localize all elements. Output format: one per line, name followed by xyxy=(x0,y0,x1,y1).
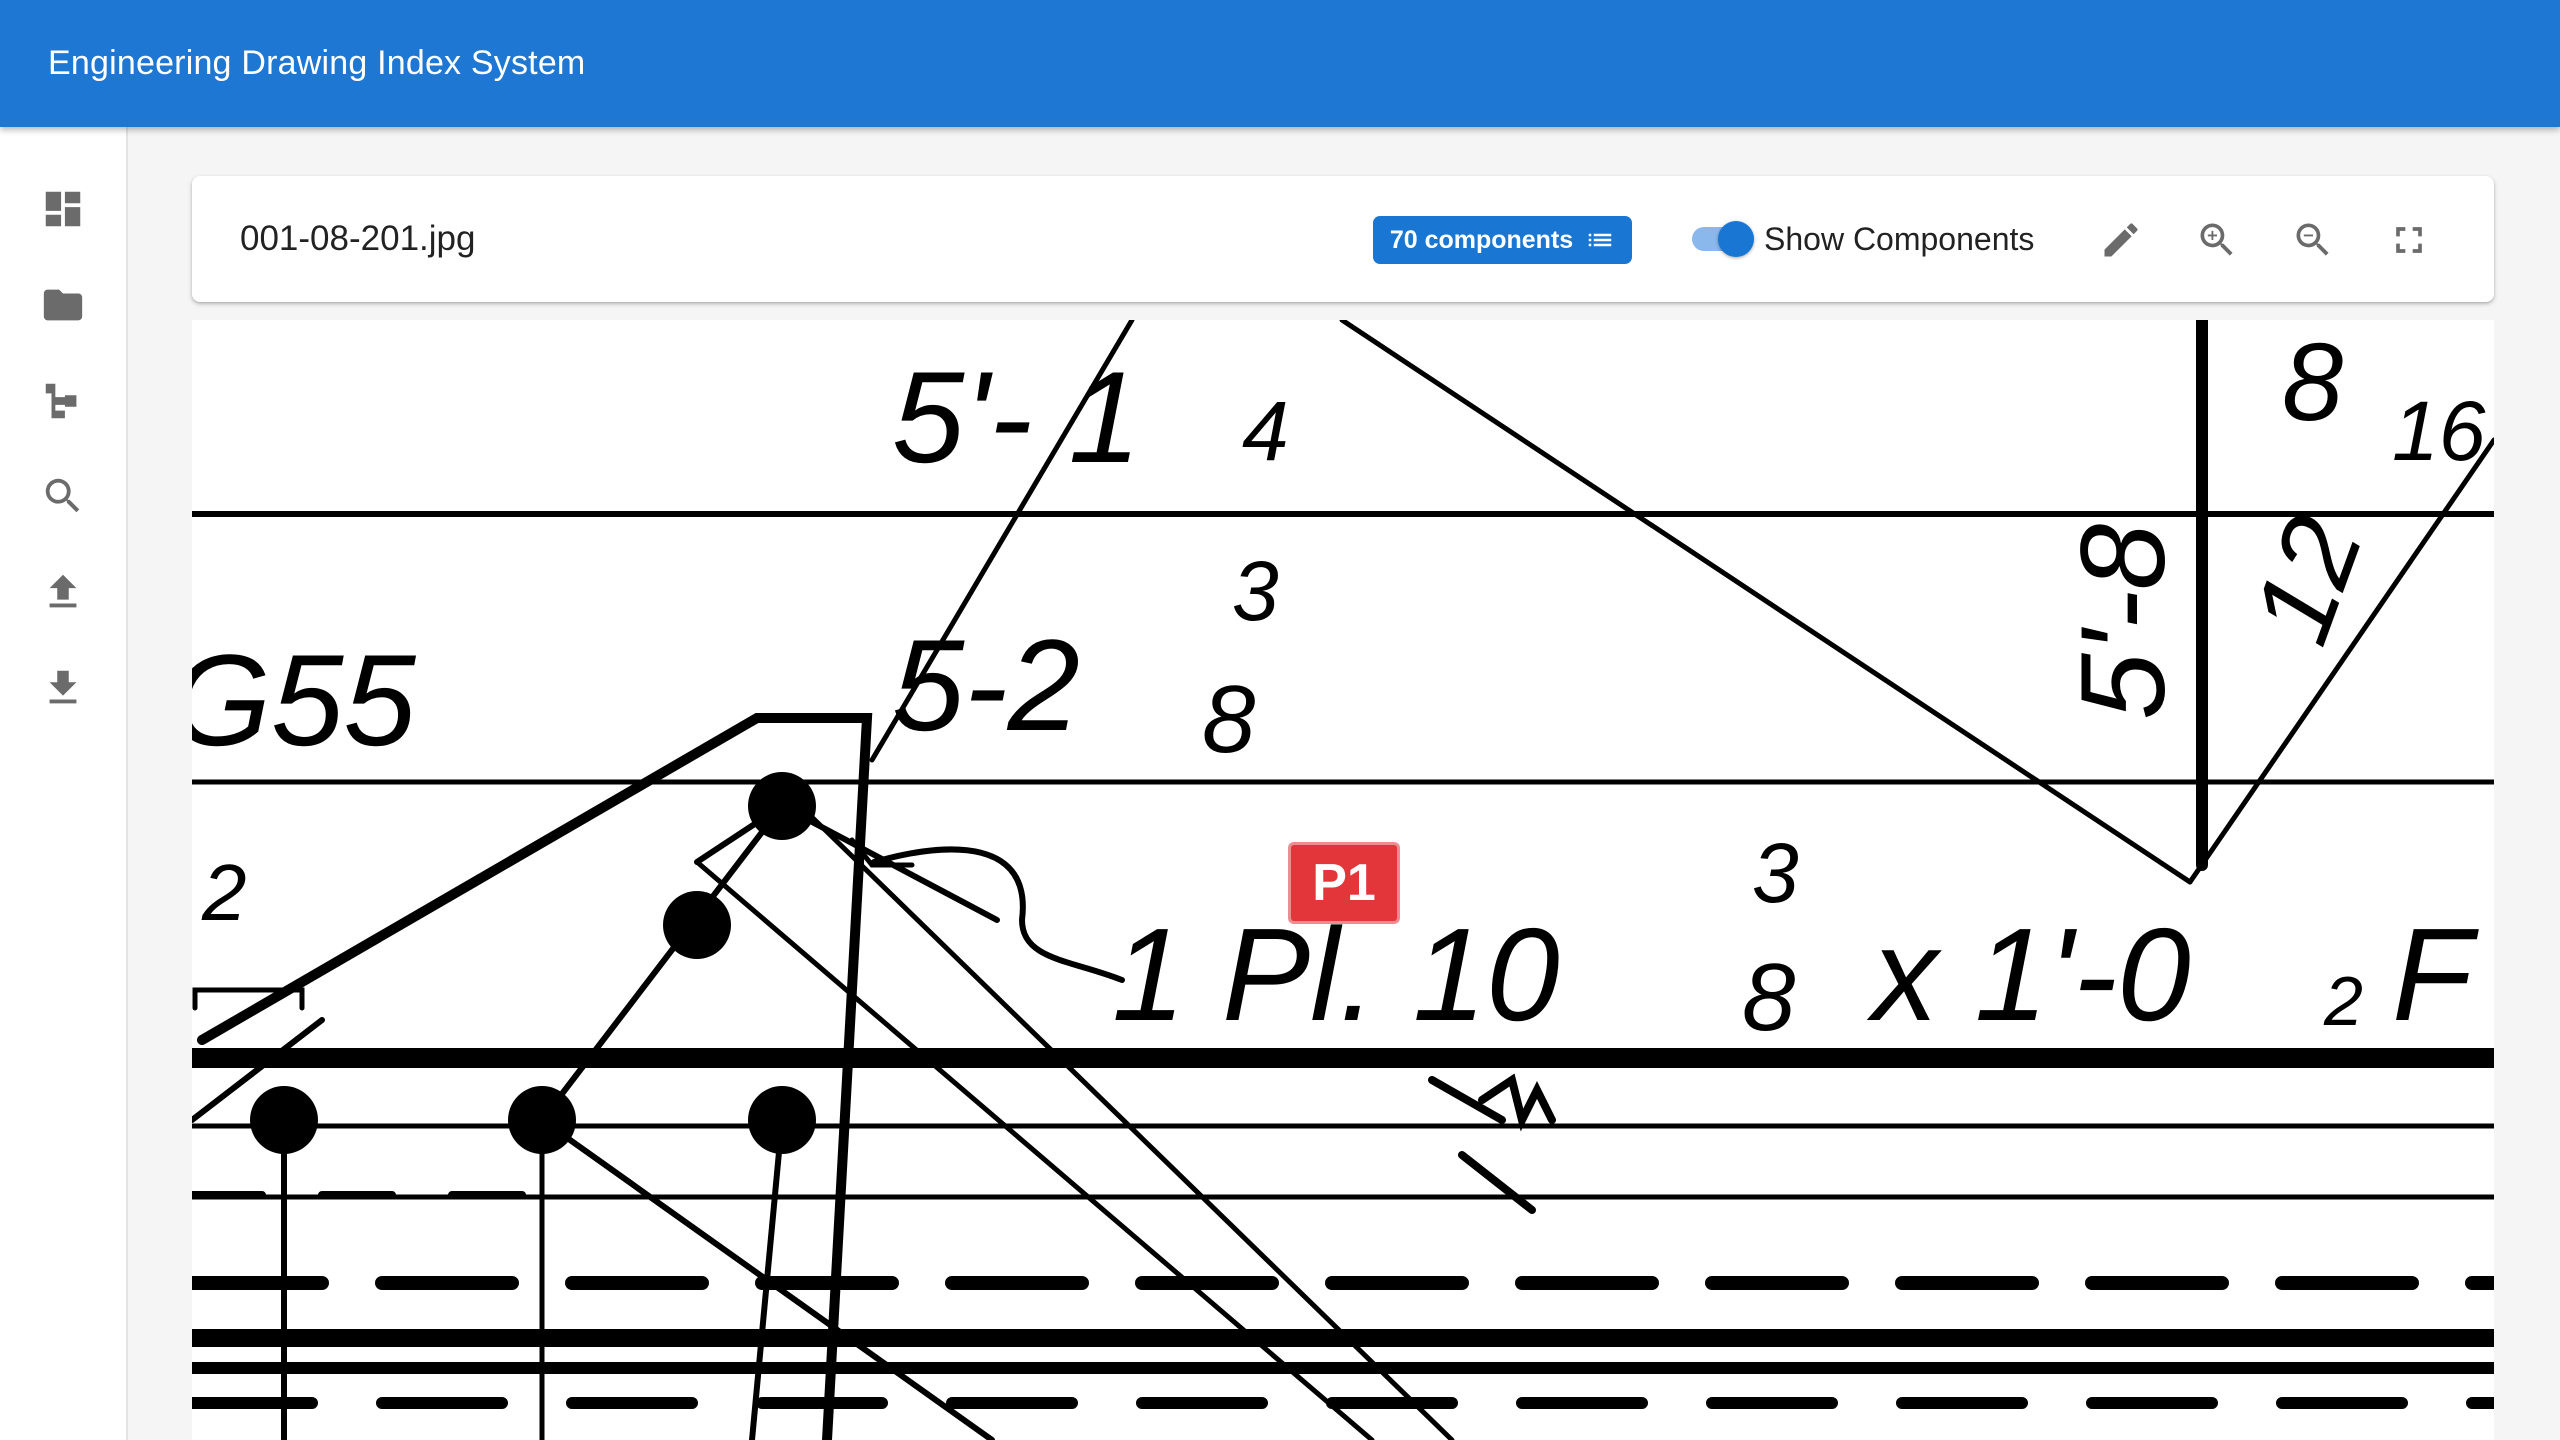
dim-plate-num: 3 xyxy=(1752,826,1799,920)
dim-mid-den: 8 xyxy=(1202,666,1255,773)
search-icon xyxy=(45,478,80,513)
show-components-label: Show Components xyxy=(1764,220,2035,257)
sidebar-item-hierarchy[interactable] xyxy=(31,369,95,433)
zoom-in-button[interactable] xyxy=(2186,209,2248,271)
component-marker-p1[interactable]: P1 xyxy=(1288,842,1400,924)
dim-plate-den: 8 xyxy=(1742,944,1795,1051)
dim-mid-num: 3 xyxy=(1232,544,1279,638)
dim-mid: 5-2 xyxy=(892,612,1080,758)
app-bar: Engineering Drawing Index System xyxy=(0,0,2560,127)
list-icon xyxy=(1588,233,1612,247)
dim-plate-tail: x 1'-0 xyxy=(1866,901,2191,1048)
dim-top-right-frac: 16 xyxy=(2392,384,2486,478)
toggle-track xyxy=(1692,221,1754,257)
folder-icon xyxy=(43,289,83,321)
sidebar-item-search[interactable] xyxy=(31,464,95,528)
sidebar-item-dashboard[interactable] xyxy=(31,177,95,241)
sidebar xyxy=(0,127,128,1440)
dim-top-right: 8 xyxy=(2282,321,2343,444)
components-count-chip[interactable]: 70 components xyxy=(1373,216,1632,264)
app-title: Engineering Drawing Index System xyxy=(48,44,586,82)
zoom-out-icon xyxy=(2296,223,2329,256)
dim-plate-tail-frac: 2 xyxy=(2323,962,2363,1040)
sidebar-item-upload[interactable] xyxy=(31,560,95,624)
edit-button[interactable] xyxy=(2090,209,2152,271)
fullscreen-icon xyxy=(2396,227,2422,253)
dim-top-left-frac: 4 xyxy=(1242,384,1289,478)
dim-half: 2 xyxy=(201,848,247,937)
dim-plate-tail-end: F xyxy=(2392,901,2479,1048)
zoom-out-button[interactable] xyxy=(2282,209,2344,271)
dashboard-icon xyxy=(45,191,81,227)
dim-vertical-a: 5'-8 xyxy=(2056,523,2190,720)
zoom-in-icon xyxy=(2200,223,2233,256)
download-icon xyxy=(49,670,77,704)
hierarchy-icon xyxy=(45,383,77,419)
dim-top-left: 5'- 1 xyxy=(892,344,1141,490)
upload-icon xyxy=(49,574,77,608)
file-name: 001-08-201.jpg xyxy=(240,219,476,258)
dim-g55: G55 xyxy=(192,627,416,773)
fullscreen-button[interactable] xyxy=(2378,209,2440,271)
toggle-thumb xyxy=(1718,221,1754,257)
edit-icon xyxy=(2104,223,2138,257)
viewer-toolbar: 001-08-201.jpg 70 components Show Compon… xyxy=(192,176,2494,302)
show-components-toggle[interactable]: Show Components xyxy=(1692,211,2034,267)
sidebar-item-folders[interactable] xyxy=(31,273,95,337)
sidebar-item-download[interactable] xyxy=(31,656,95,720)
components-count-label: 70 components xyxy=(1389,225,1574,254)
drawing-viewer[interactable]: 5'- 1 4 5-2 3 8 G55 2 1 Pl. 10 3 8 x 1'-… xyxy=(192,320,2494,1440)
